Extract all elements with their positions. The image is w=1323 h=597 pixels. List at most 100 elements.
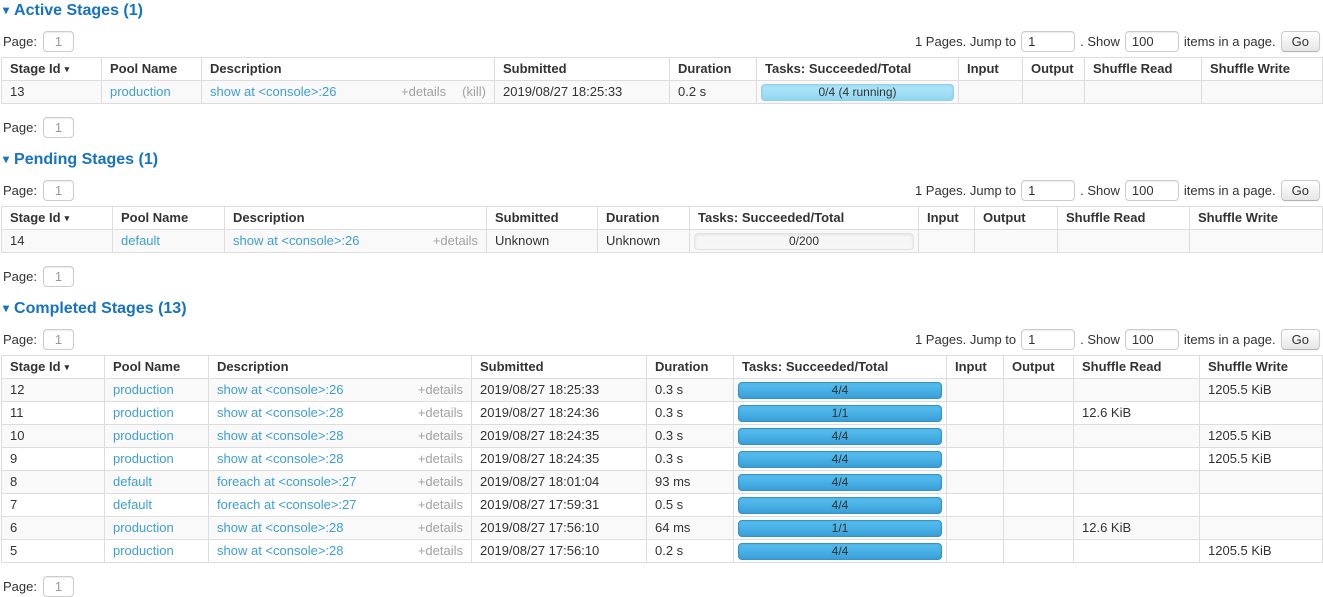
col-header-label: Description bbox=[233, 210, 305, 225]
col-header-input[interactable]: Input bbox=[947, 356, 1004, 379]
col-header-input[interactable]: Input bbox=[919, 207, 975, 230]
col-header-stage-id[interactable]: Stage Id▾ bbox=[2, 207, 113, 230]
active-stages-table: Stage Id▾Pool NameDescriptionSubmittedDu… bbox=[1, 57, 1323, 104]
items-per-page-input[interactable] bbox=[1125, 180, 1179, 201]
section-heading-completed[interactable]: ▾Completed Stages (13) bbox=[3, 300, 1322, 317]
col-header-shuffle-read[interactable]: Shuffle Read bbox=[1058, 207, 1190, 230]
items-per-page-input[interactable] bbox=[1125, 31, 1179, 52]
pool-link[interactable]: default bbox=[121, 233, 160, 248]
page-number-input[interactable] bbox=[43, 180, 74, 201]
col-header-output[interactable]: Output bbox=[1004, 356, 1074, 379]
col-header-description[interactable]: Description bbox=[225, 207, 487, 230]
section-heading-pending[interactable]: ▾Pending Stages (1) bbox=[3, 151, 1322, 168]
stage-description-link[interactable]: show at <console>:28 bbox=[217, 428, 343, 443]
col-header-output[interactable]: Output bbox=[1023, 58, 1085, 81]
pool-link[interactable]: production bbox=[113, 405, 174, 420]
col-header-pool-name[interactable]: Pool Name bbox=[102, 58, 202, 81]
pool-link[interactable]: production bbox=[113, 520, 174, 535]
jump-to-page-input[interactable] bbox=[1021, 31, 1075, 52]
col-header-label: Shuffle Read bbox=[1093, 61, 1172, 76]
page-number-input[interactable] bbox=[43, 31, 74, 52]
col-header-tasks-succeeded-total[interactable]: Tasks: Succeeded/Total bbox=[734, 356, 947, 379]
details-toggle[interactable]: +details bbox=[433, 233, 478, 248]
col-header-pool-name[interactable]: Pool Name bbox=[105, 356, 209, 379]
pool-link[interactable]: production bbox=[113, 451, 174, 466]
items-per-page-input[interactable] bbox=[1125, 329, 1179, 350]
section-title[interactable]: Completed Stages (13) bbox=[14, 300, 186, 317]
pool-name-cell: production bbox=[105, 402, 209, 425]
shuffle-write-cell bbox=[1200, 402, 1323, 425]
details-toggle[interactable]: +details bbox=[401, 84, 446, 99]
stage-description-link[interactable]: show at <console>:28 bbox=[217, 405, 343, 420]
shuffle-write-cell: 1205.5 KiB bbox=[1200, 379, 1323, 402]
col-header-label: Tasks: Succeeded/Total bbox=[765, 61, 911, 76]
col-header-description[interactable]: Description bbox=[209, 356, 472, 379]
col-header-label: Shuffle Write bbox=[1210, 61, 1290, 76]
go-button[interactable]: Go bbox=[1281, 31, 1320, 52]
jump-to-page-input[interactable] bbox=[1021, 329, 1075, 350]
pool-link[interactable]: production bbox=[110, 84, 171, 99]
col-header-submitted[interactable]: Submitted bbox=[495, 58, 670, 81]
col-header-tasks-succeeded-total[interactable]: Tasks: Succeeded/Total bbox=[690, 207, 919, 230]
stage-description-link[interactable]: show at <console>:26 bbox=[217, 382, 343, 397]
details-toggle[interactable]: +details bbox=[418, 451, 463, 466]
details-toggle[interactable]: +details bbox=[418, 474, 463, 489]
details-toggle[interactable]: +details bbox=[418, 543, 463, 558]
col-header-shuffle-write[interactable]: Shuffle Write bbox=[1200, 356, 1323, 379]
output-cell bbox=[1004, 471, 1074, 494]
page-number-input[interactable] bbox=[43, 576, 74, 597]
col-header-stage-id[interactable]: Stage Id▾ bbox=[2, 356, 105, 379]
stage-description-link[interactable]: show at <console>:28 bbox=[217, 543, 343, 558]
kill-link[interactable]: (kill) bbox=[462, 84, 486, 99]
pool-link[interactable]: production bbox=[113, 543, 174, 558]
col-header-duration[interactable]: Duration bbox=[647, 356, 734, 379]
page-label: Page: bbox=[3, 34, 37, 49]
col-header-pool-name[interactable]: Pool Name bbox=[113, 207, 225, 230]
stage-description-link[interactable]: show at <console>:28 bbox=[217, 451, 343, 466]
page-number-input[interactable] bbox=[43, 266, 74, 287]
go-button[interactable]: Go bbox=[1281, 329, 1320, 350]
stage-row: 5productionshow at <console>:28+details2… bbox=[2, 540, 1323, 563]
section-title[interactable]: Pending Stages (1) bbox=[14, 151, 158, 168]
col-header-submitted[interactable]: Submitted bbox=[472, 356, 647, 379]
details-toggle[interactable]: +details bbox=[418, 497, 463, 512]
col-header-submitted[interactable]: Submitted bbox=[487, 207, 598, 230]
col-header-duration[interactable]: Duration bbox=[598, 207, 690, 230]
page-jump-controls: 1 Pages. Jump to. Showitems in a page.Go bbox=[910, 329, 1320, 350]
details-toggle[interactable]: +details bbox=[418, 520, 463, 535]
col-header-label: Shuffle Read bbox=[1082, 359, 1161, 374]
go-button[interactable]: Go bbox=[1281, 180, 1320, 201]
stage-description-link[interactable]: foreach at <console>:27 bbox=[217, 474, 357, 489]
jump-to-page-input[interactable] bbox=[1021, 180, 1075, 201]
col-header-tasks-succeeded-total[interactable]: Tasks: Succeeded/Total bbox=[757, 58, 959, 81]
pool-link[interactable]: production bbox=[113, 382, 174, 397]
section-heading-active[interactable]: ▾Active Stages (1) bbox=[3, 2, 1322, 19]
col-header-description[interactable]: Description bbox=[202, 58, 495, 81]
col-header-stage-id[interactable]: Stage Id▾ bbox=[2, 58, 102, 81]
section-title[interactable]: Active Stages (1) bbox=[14, 2, 143, 19]
page-number-input[interactable] bbox=[43, 117, 74, 138]
details-toggle[interactable]: +details bbox=[418, 405, 463, 420]
stage-description-link[interactable]: show at <console>:28 bbox=[217, 520, 343, 535]
col-header-output[interactable]: Output bbox=[975, 207, 1058, 230]
col-header-duration[interactable]: Duration bbox=[670, 58, 757, 81]
stage-description-link[interactable]: foreach at <console>:27 bbox=[217, 497, 357, 512]
description-cell: show at <console>:28 +details bbox=[209, 540, 472, 563]
details-toggle[interactable]: +details bbox=[418, 382, 463, 397]
col-header-shuffle-read[interactable]: Shuffle Read bbox=[1085, 58, 1202, 81]
col-header-shuffle-write[interactable]: Shuffle Write bbox=[1190, 207, 1323, 230]
stage-description-link[interactable]: show at <console>:26 bbox=[233, 233, 359, 248]
details-toggle[interactable]: +details bbox=[418, 428, 463, 443]
duration-cell: 0.2 s bbox=[670, 81, 757, 104]
page-number-input[interactable] bbox=[43, 329, 74, 350]
stage-description-link[interactable]: show at <console>:26 bbox=[210, 84, 336, 99]
col-header-shuffle-read[interactable]: Shuffle Read bbox=[1074, 356, 1200, 379]
spark-stages-page: ▾Active Stages (1) Page: 1 Pages. Jump to.… bbox=[1, 2, 1322, 597]
col-header-input[interactable]: Input bbox=[959, 58, 1023, 81]
stage-row: 12productionshow at <console>:26+details… bbox=[2, 379, 1323, 402]
col-header-label: Stage Id bbox=[10, 210, 61, 225]
col-header-shuffle-write[interactable]: Shuffle Write bbox=[1202, 58, 1323, 81]
pool-link[interactable]: production bbox=[113, 428, 174, 443]
pool-link[interactable]: default bbox=[113, 497, 152, 512]
pool-link[interactable]: default bbox=[113, 474, 152, 489]
